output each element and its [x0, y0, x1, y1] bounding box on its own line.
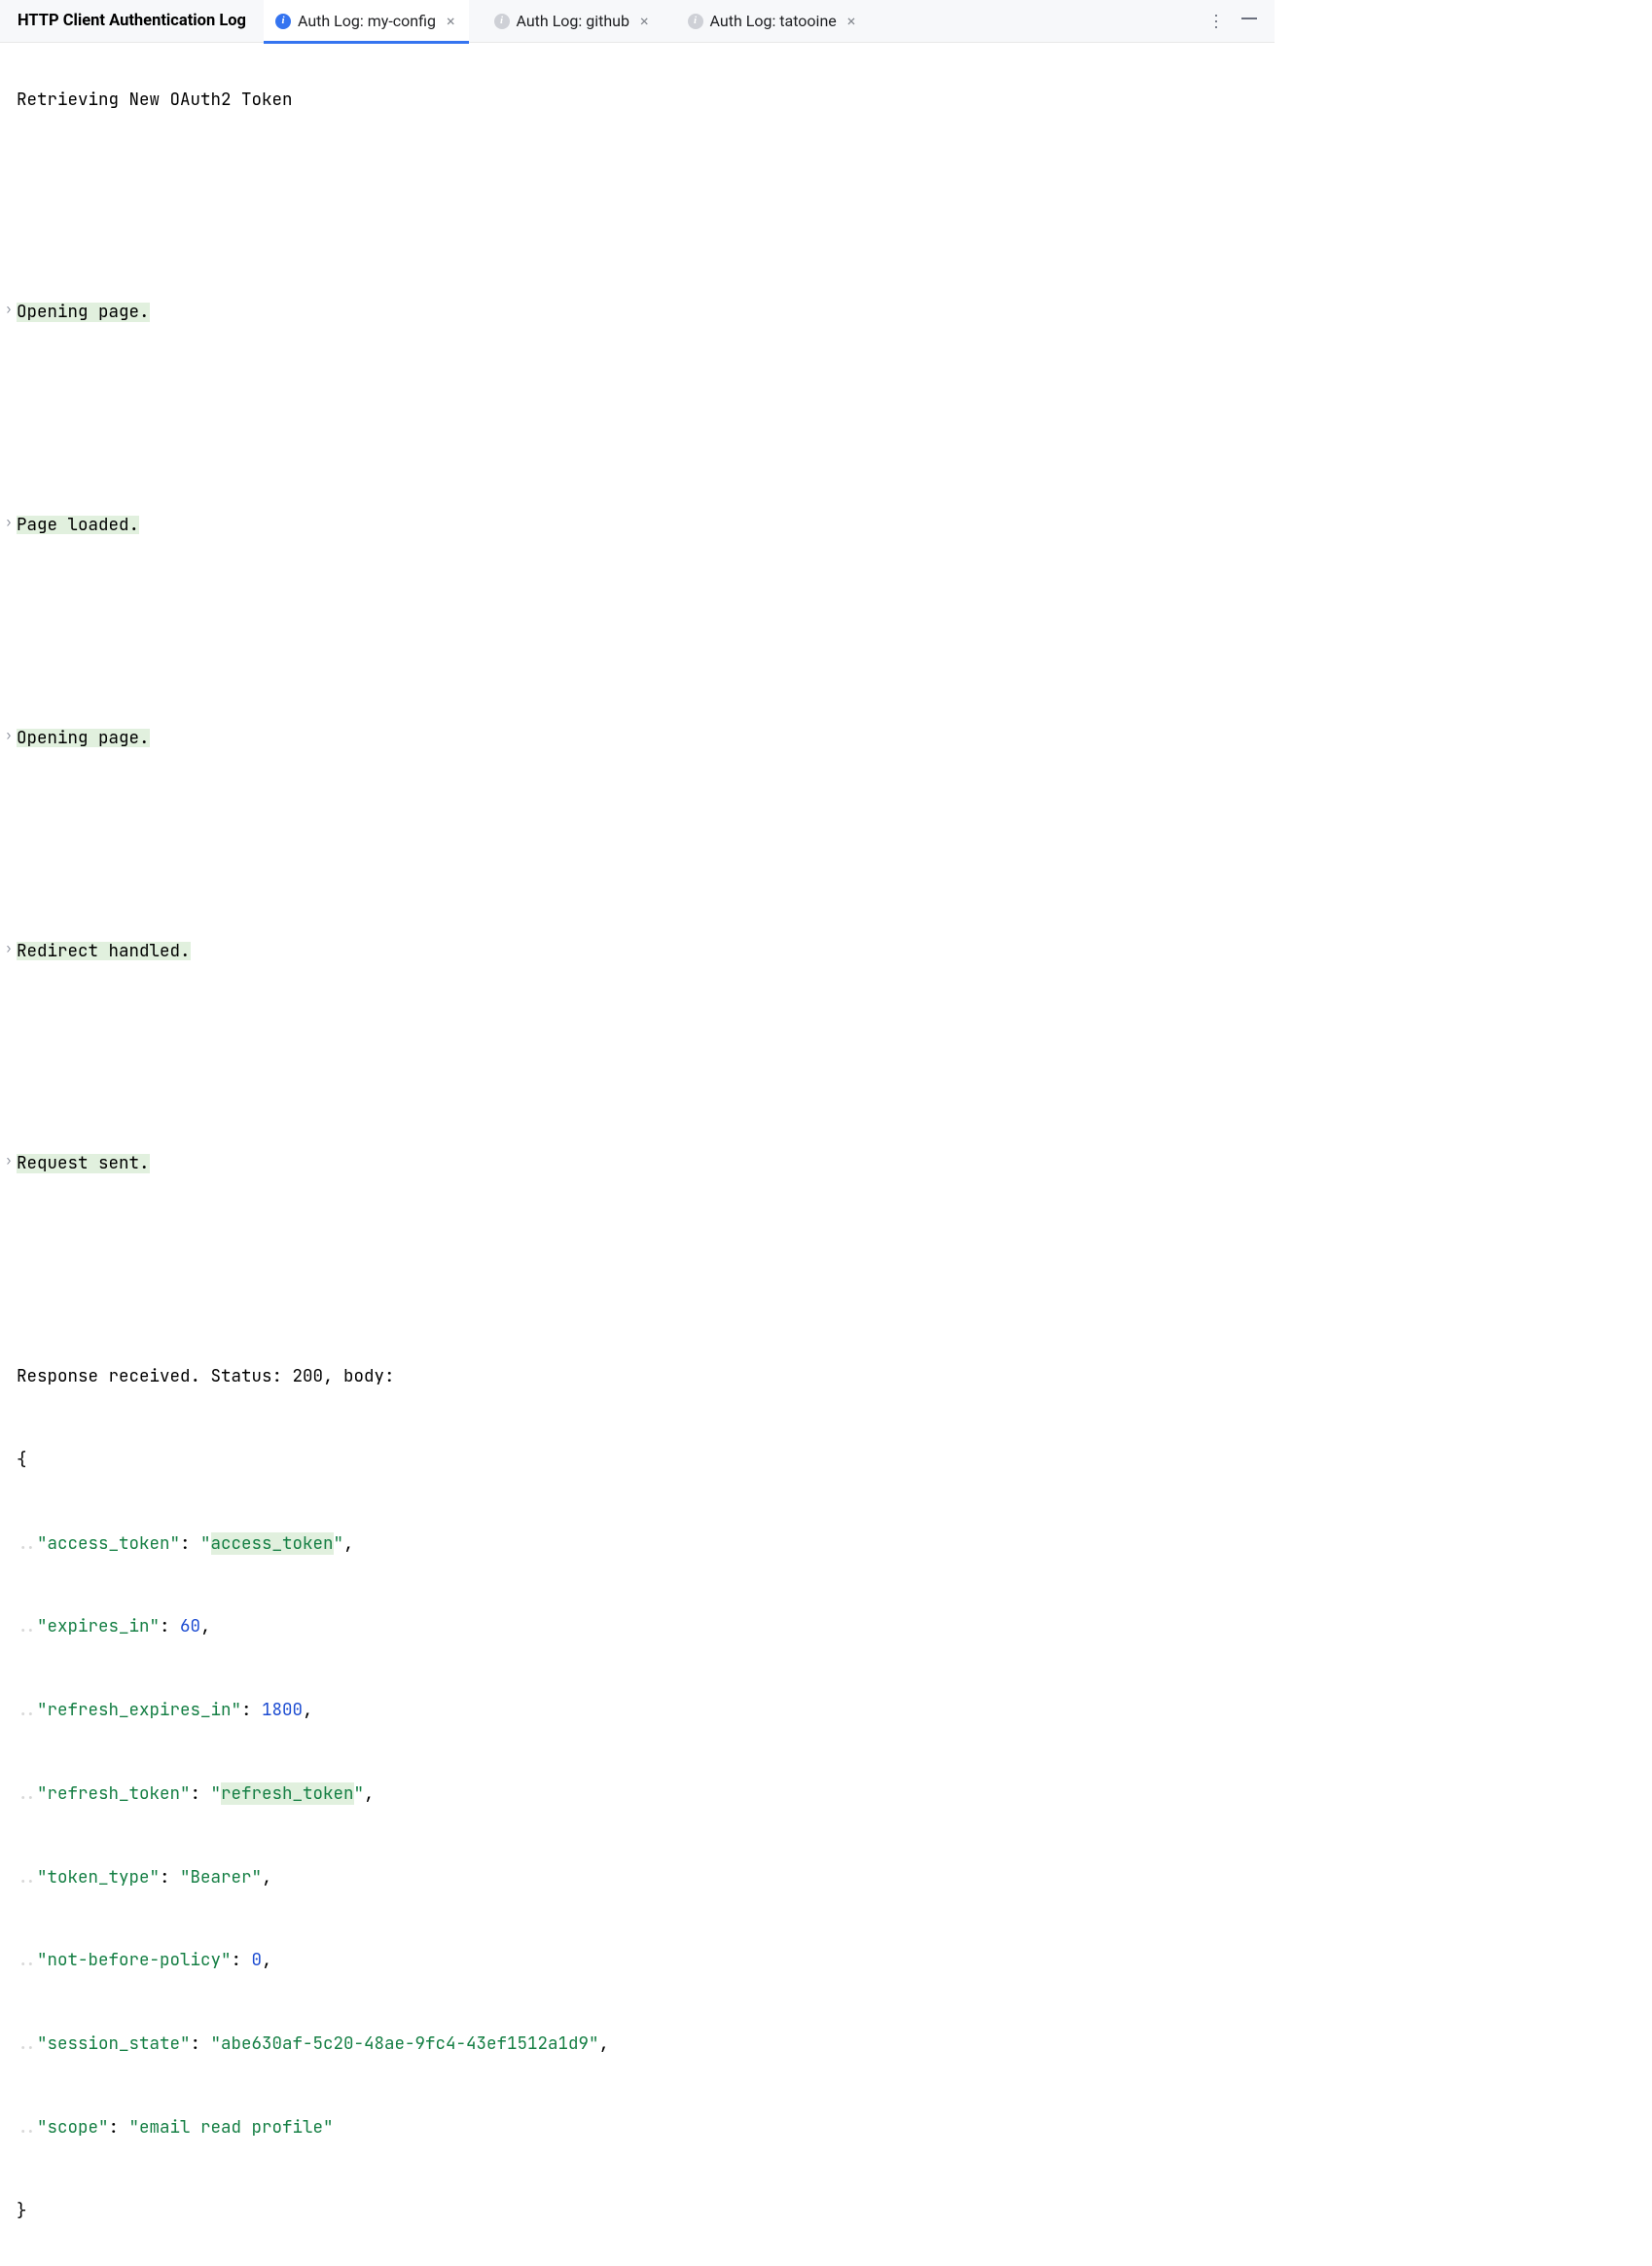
json-key: "access_token" [37, 1534, 180, 1553]
log-text: Page loaded. [17, 516, 139, 534]
json-line: .."token_type": "Bearer", [4, 1868, 1271, 1895]
json-value: "Bearer" [180, 1868, 262, 1887]
info-icon: i [275, 14, 291, 29]
tab-github[interactable]: i Auth Log: github × [483, 0, 663, 43]
log-line: Retrieving New OAuth2 Token [4, 90, 1271, 118]
json-key: "refresh_expires_in" [37, 1701, 241, 1719]
log-line: Response received. Status: 200, body: [4, 1367, 1271, 1394]
log-output[interactable]: Retrieving New OAuth2 Token ›Opening pag… [0, 43, 1275, 2266]
log-text: Response received. Status: 200, body: [17, 1367, 395, 1385]
close-icon[interactable]: × [445, 14, 457, 29]
json-line: .."refresh_expires_in": 1800, [4, 1701, 1271, 1728]
json-key: "token_type" [37, 1868, 160, 1887]
close-icon[interactable]: × [638, 14, 651, 29]
more-options-icon[interactable]: ⋯ [1205, 13, 1226, 29]
panel-title: HTTP Client Authentication Log [4, 12, 264, 30]
log-text: Request sent. [17, 1154, 150, 1172]
json-value: 1800 [262, 1701, 303, 1719]
log-text: Opening page. [17, 303, 150, 321]
tab-tatooine[interactable]: i Auth Log: tatooine × [676, 0, 870, 43]
json-line: .."refresh_token": "refresh_token", [4, 1784, 1271, 1812]
json-line: } [4, 2202, 1271, 2229]
tab-label: Auth Log: my-config [298, 12, 436, 30]
tab-my-config[interactable]: i Auth Log: my-config × [264, 0, 469, 43]
json-value: access_token [211, 1532, 334, 1555]
json-key: "refresh_token" [37, 1784, 191, 1803]
json-key: "session_state" [37, 2034, 191, 2053]
json-line: .."session_state": "abe630af-5c20-48ae-9… [4, 2034, 1271, 2062]
json-key: "expires_in" [37, 1617, 160, 1636]
json-value: "email read profile" [129, 2118, 334, 2137]
json-line: .."access_token": "access_token", [4, 1534, 1271, 1562]
json-line: .."scope": "email read profile" [4, 2118, 1271, 2145]
log-text: Opening page. [17, 729, 150, 747]
fold-caret-icon[interactable]: › [5, 729, 17, 742]
log-step: ›Redirect handled. [4, 942, 1271, 969]
json-key: "not-before-policy" [37, 1951, 232, 1969]
log-step: ›Request sent. [4, 1154, 1271, 1181]
close-icon[interactable]: × [845, 14, 858, 29]
info-icon: i [688, 14, 703, 29]
json-value: "abe630af-5c20-48ae-9fc4-43ef1512a1d9" [211, 2034, 599, 2053]
minimize-icon[interactable] [1241, 18, 1257, 19]
json-key: "scope" [37, 2118, 109, 2137]
log-step: ›Page loaded. [4, 516, 1271, 543]
log-text: Retrieving New OAuth2 Token [17, 90, 293, 109]
json-value: refresh_token [221, 1782, 354, 1805]
log-step: ›Opening page. [4, 303, 1271, 330]
json-line: { [4, 1451, 1271, 1478]
fold-caret-icon[interactable]: › [5, 942, 17, 955]
fold-caret-icon[interactable]: › [5, 1154, 17, 1168]
json-line: .."expires_in": 60, [4, 1617, 1271, 1644]
tab-label: Auth Log: tatooine [710, 12, 837, 30]
log-text: Redirect handled. [17, 942, 191, 960]
json-value: 0 [252, 1951, 263, 1969]
fold-caret-icon[interactable]: › [5, 516, 17, 529]
log-step: ›Opening page. [4, 729, 1271, 756]
tab-label: Auth Log: github [517, 12, 629, 30]
fold-caret-icon[interactable]: › [5, 303, 17, 316]
tab-bar: HTTP Client Authentication Log i Auth Lo… [0, 0, 1275, 43]
info-icon: i [494, 14, 510, 29]
json-value: 60 [180, 1617, 200, 1636]
json-line: .."not-before-policy": 0, [4, 1951, 1271, 1978]
